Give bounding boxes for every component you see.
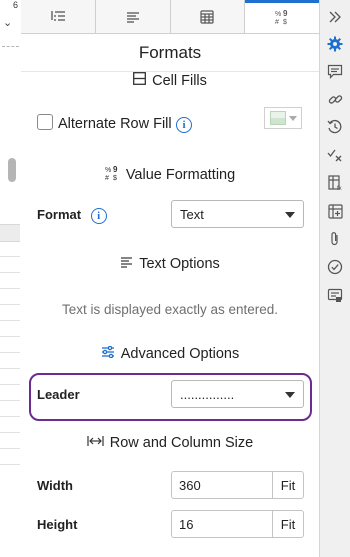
tab-formats[interactable]: % 9 # $	[245, 0, 319, 33]
format-select[interactable]: Text	[171, 200, 304, 228]
svg-text:9: 9	[113, 165, 118, 174]
alternate-row-fill-label: Alternate Row Fill	[58, 116, 172, 132]
grid-row-line	[0, 336, 20, 337]
leader-label: Leader	[37, 387, 80, 402]
grid-row-line	[0, 352, 20, 353]
sliders-icon	[101, 345, 115, 362]
format-label-text: Format	[37, 207, 82, 222]
column-number: 6	[13, 0, 19, 10]
format-select-value: Text	[180, 206, 204, 222]
chevron-down-icon	[289, 115, 297, 121]
text-options-label: Text Options	[139, 256, 220, 272]
resize-width-icon	[87, 435, 104, 451]
svg-text:#: #	[275, 19, 279, 25]
svg-text:$: $	[283, 19, 287, 25]
width-label: Width	[37, 478, 73, 493]
cell-fills-label: Cell Fills	[152, 72, 207, 89]
height-input[interactable]: 16	[172, 511, 272, 537]
svg-text:9: 9	[283, 9, 288, 18]
grid-row-line	[0, 384, 20, 385]
svg-text:fx: fx	[337, 186, 342, 191]
comment-icon[interactable]	[327, 63, 343, 79]
grid-row-line	[0, 304, 20, 305]
value-format-icon: % 9 # $	[105, 165, 120, 185]
chevron-down-icon	[285, 392, 295, 398]
chevron-down-icon	[285, 212, 295, 218]
comment-list-icon[interactable]	[327, 287, 343, 303]
row-column-size-label: Row and Column Size	[109, 435, 254, 451]
selected-row[interactable]	[0, 224, 20, 242]
text-lines-icon	[126, 11, 140, 23]
svg-text:%: %	[275, 11, 281, 18]
tab-text[interactable]	[95, 0, 171, 33]
fill-color-picker[interactable]	[264, 107, 302, 129]
grid-row-line	[0, 400, 20, 401]
chevron-double-right-icon[interactable]	[327, 9, 343, 25]
cell-fill-icon	[133, 72, 147, 89]
gear-icon[interactable]	[327, 36, 343, 52]
value-format-icon: % 9 # $	[274, 9, 290, 25]
grid-row-line	[0, 256, 20, 257]
scrollbar-thumb[interactable]	[8, 158, 16, 182]
height-field: 16 Fit	[171, 510, 304, 538]
panel-title: Formats	[138, 43, 202, 62]
table-add-icon[interactable]	[327, 203, 343, 219]
advanced-options-label: Advanced Options	[120, 346, 240, 362]
width-field: 360 Fit	[171, 471, 304, 499]
inspector-tabs: % 9 # $	[21, 0, 319, 34]
outline-list-icon	[50, 10, 66, 24]
grid-row-line	[0, 448, 20, 449]
table-grid-icon	[200, 9, 214, 24]
height-label: Height	[37, 517, 78, 532]
grid-row-line	[0, 416, 20, 417]
fill-swatch-icon	[270, 111, 286, 125]
cell-fills-heading: Cell Fills	[21, 72, 319, 89]
grid-row-line	[0, 320, 20, 321]
divider	[2, 46, 19, 47]
advanced-options-heading: Advanced Options	[21, 345, 319, 362]
document-table-icon[interactable]: fx	[327, 175, 343, 191]
tab-outline[interactable]	[21, 0, 96, 33]
svg-text:$: $	[113, 175, 117, 181]
history-icon[interactable]	[327, 119, 343, 135]
alternate-row-fill-checkbox[interactable]	[37, 114, 53, 130]
svg-text:#: #	[105, 175, 109, 181]
text-options-heading: Text Options	[21, 256, 319, 272]
check-x-icon[interactable]	[327, 147, 343, 163]
info-icon[interactable]: i	[90, 208, 107, 224]
checkmark-circle-icon[interactable]	[327, 259, 343, 275]
formats-panel: Formats Cell Fills Alternate Row Fill i …	[21, 34, 319, 557]
grid-row-line	[0, 432, 20, 433]
value-formatting-label: Value Formatting	[125, 167, 236, 183]
value-formatting-heading: % 9 # $ Value Formatting	[21, 165, 319, 185]
text-lines-icon	[120, 256, 133, 272]
row-column-size-heading: Row and Column Size	[21, 435, 319, 451]
width-input[interactable]: 360	[172, 472, 272, 498]
grid-row-line	[0, 368, 20, 369]
info-icon[interactable]: i	[176, 115, 192, 133]
leader-select-value: ...............	[180, 386, 235, 402]
grid-row-line	[0, 464, 20, 465]
paperclip-icon[interactable]	[327, 231, 343, 247]
leader-select[interactable]: ...............	[171, 380, 304, 408]
height-fit-button[interactable]: Fit	[272, 511, 303, 537]
svg-text:%: %	[105, 167, 111, 174]
format-label: Format i	[37, 207, 107, 224]
link-icon[interactable]	[327, 91, 343, 107]
width-fit-button[interactable]: Fit	[272, 472, 303, 498]
tab-table[interactable]	[170, 0, 246, 33]
right-toolbar: fx	[319, 0, 350, 557]
spreadsheet-edge: 6 ⌄	[0, 0, 22, 557]
grid-row-line	[0, 288, 20, 289]
chevron-down-icon[interactable]: ⌄	[3, 16, 12, 29]
text-options-note: Text is displayed exactly as entered.	[61, 302, 279, 317]
grid-row-line	[0, 272, 20, 273]
